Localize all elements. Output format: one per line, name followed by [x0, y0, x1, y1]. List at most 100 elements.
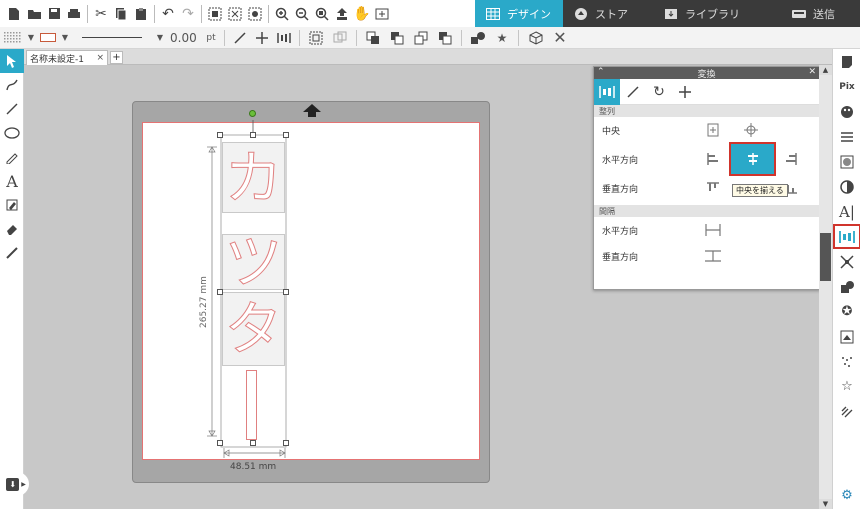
tab-align[interactable] — [594, 78, 620, 105]
star-outline-icon[interactable]: ☆ — [833, 374, 860, 399]
chevron-down-icon[interactable]: ▼ — [154, 27, 166, 49]
divider — [87, 4, 88, 23]
palette-icon[interactable] — [833, 99, 860, 124]
zoom-in-icon[interactable] — [272, 4, 292, 24]
modify-icon[interactable] — [833, 274, 860, 299]
align-icon[interactable] — [273, 27, 295, 49]
3d-box-icon[interactable] — [523, 27, 549, 49]
resize-handle[interactable] — [217, 289, 223, 295]
text-style-icon[interactable]: A| — [833, 199, 860, 224]
deselect-icon[interactable] — [225, 4, 245, 24]
star-icon[interactable]: ★ — [490, 27, 514, 49]
scroll-up-icon[interactable]: ▲ — [819, 65, 832, 75]
tab-move[interactable] — [672, 79, 698, 105]
row-label: 水平方向 — [602, 226, 639, 237]
offset-icon[interactable]: ✪ — [833, 299, 860, 324]
replicate-icon[interactable] — [833, 249, 860, 274]
document-tab[interactable]: 名称未設定-1 × — [26, 50, 108, 65]
download-panel-button[interactable]: ⬇ ▶ — [3, 472, 29, 496]
page-setup-icon[interactable] — [833, 49, 860, 74]
line-color-swatch[interactable] — [36, 27, 60, 49]
fill-pattern-icon[interactable] — [833, 149, 860, 174]
print-icon[interactable] — [64, 4, 84, 24]
paste-icon[interactable] — [131, 4, 151, 24]
line-style-icon[interactable] — [833, 124, 860, 149]
line-tool-icon[interactable] — [229, 27, 251, 49]
new-icon[interactable] — [4, 4, 24, 24]
scroll-down-icon[interactable]: ▼ — [819, 499, 832, 509]
line-tool-icon[interactable] — [0, 97, 24, 121]
knife-tool-icon[interactable] — [0, 241, 24, 265]
pixscan-icon[interactable]: Pix — [833, 74, 860, 99]
select-all-icon[interactable] — [205, 4, 225, 24]
send-backward-icon[interactable] — [409, 27, 433, 49]
close-icon[interactable]: ✕ — [808, 67, 816, 77]
close-icon[interactable]: ✕ — [549, 27, 571, 49]
chevron-down-icon[interactable]: ▼ — [60, 27, 70, 49]
close-icon[interactable]: × — [96, 53, 104, 63]
trace-icon[interactable] — [833, 324, 860, 349]
tab-send[interactable]: 送信 — [753, 0, 860, 27]
resize-handle[interactable] — [250, 132, 256, 138]
edit-points-tool-icon[interactable] — [0, 73, 24, 97]
scroll-thumb[interactable] — [820, 233, 831, 281]
collapse-icon[interactable]: ⌃ — [597, 67, 605, 77]
resize-handle[interactable] — [283, 289, 289, 295]
align-top-button[interactable] — [702, 177, 724, 199]
save-icon[interactable] — [44, 4, 64, 24]
align-center-button[interactable] — [729, 142, 776, 176]
settings-gear-icon[interactable]: ⚙ — [833, 483, 860, 508]
open-icon[interactable] — [24, 4, 44, 24]
tab-library[interactable]: ライブラリ — [653, 0, 753, 27]
fill-pattern-icon[interactable] — [0, 27, 26, 49]
undo-icon[interactable]: ↶ — [158, 4, 178, 24]
zoom-out-icon[interactable] — [292, 4, 312, 24]
shapes-icon[interactable] — [466, 27, 490, 49]
line-width-input[interactable]: 0.00 — [166, 27, 202, 49]
edit-points-icon[interactable] — [245, 4, 265, 24]
space-horizontal-button[interactable] — [702, 219, 724, 241]
fit-page-icon[interactable] — [372, 4, 392, 24]
vertical-scrollbar[interactable]: ▲ ▼ — [819, 65, 832, 509]
center-to-object-button[interactable] — [702, 119, 724, 141]
hatch-icon[interactable] — [833, 399, 860, 424]
copy-icon[interactable] — [111, 4, 131, 24]
zoom-fit-icon[interactable] — [312, 4, 332, 24]
bring-front-icon[interactable] — [361, 27, 385, 49]
resize-handle[interactable] — [217, 132, 223, 138]
redo-icon[interactable]: ↷ — [178, 4, 198, 24]
divider — [201, 4, 202, 23]
bring-forward-icon[interactable] — [385, 27, 409, 49]
pan-down-icon[interactable] — [332, 4, 352, 24]
resize-handle[interactable] — [283, 132, 289, 138]
align-left-button[interactable] — [702, 148, 724, 170]
line-style-select[interactable] — [70, 27, 154, 49]
contrast-icon[interactable] — [833, 174, 860, 199]
download-icon: ⬇ — [6, 477, 20, 491]
cut-icon[interactable]: ✂ — [91, 4, 111, 24]
select-tool-icon[interactable] — [0, 49, 24, 73]
space-vertical-button[interactable] — [702, 245, 724, 267]
tab-rotate[interactable]: ↻ — [646, 79, 672, 105]
transform-icon[interactable] — [833, 224, 860, 249]
align-right-button[interactable] — [780, 148, 802, 170]
add-tab-button[interactable]: + — [110, 51, 123, 64]
text-tool-icon[interactable]: A — [0, 169, 24, 193]
pen-tool-icon[interactable] — [0, 145, 24, 169]
hand-icon[interactable]: ✋ — [352, 4, 372, 24]
rotate-handle[interactable] — [249, 110, 256, 117]
send-back-icon[interactable] — [433, 27, 457, 49]
sketch-icon[interactable] — [833, 349, 860, 374]
ungroup-icon[interactable] — [328, 27, 352, 49]
tab-scale[interactable] — [620, 79, 646, 105]
eraser-tool-icon[interactable] — [0, 217, 24, 241]
center-to-page-button[interactable] — [740, 119, 762, 141]
tab-design[interactable]: デザイン — [475, 0, 563, 27]
divider — [356, 29, 357, 46]
ellipse-tool-icon[interactable] — [0, 121, 24, 145]
fill-tool-icon[interactable] — [0, 193, 24, 217]
chevron-down-icon[interactable]: ▼ — [26, 27, 36, 49]
move-icon[interactable] — [251, 27, 273, 49]
group-icon[interactable] — [304, 27, 328, 49]
tab-store[interactable]: ストア — [563, 0, 653, 27]
